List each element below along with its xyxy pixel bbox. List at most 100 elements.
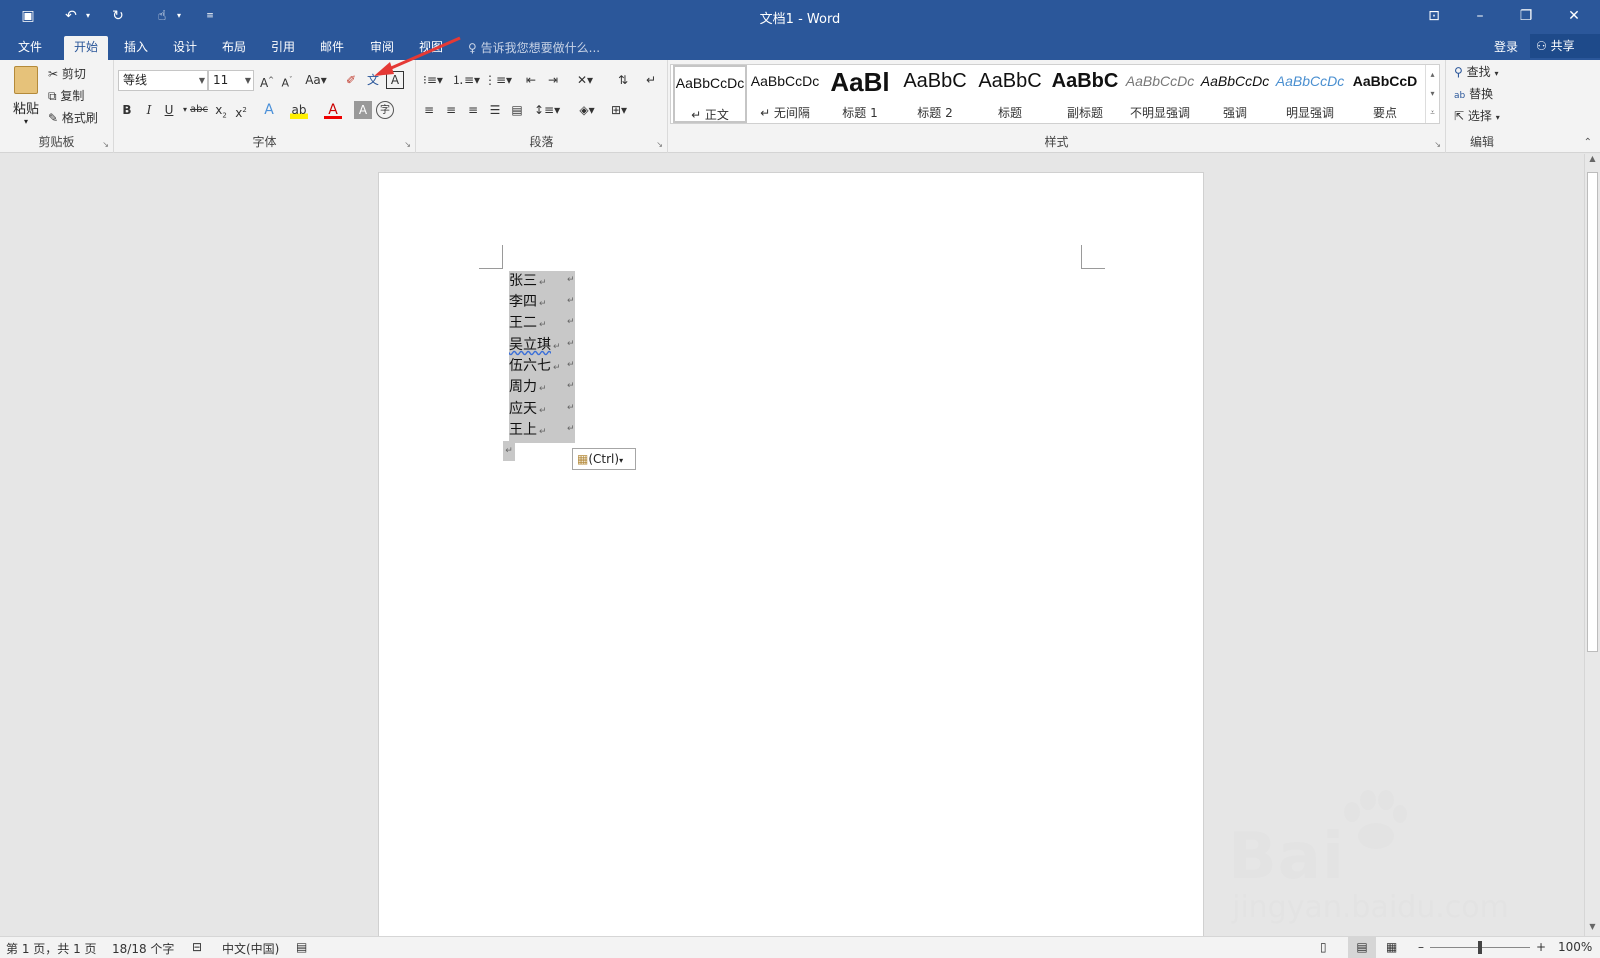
restore-icon[interactable]: ❐ [1516, 6, 1536, 26]
subscript-icon[interactable]: x2 [212, 101, 230, 119]
document-page[interactable]: 张三 ↵ 李四 ↵ 王二 ↵ 吴立琪 ↵ 伍六七 ↵ 周力 ↵ 应天 ↵ 王上 ↵ ↵ ↵ ↵ … [378, 172, 1204, 936]
highlight-icon[interactable]: ab [290, 101, 308, 119]
style-emphasis[interactable]: AaBbCcDc 强调 [1198, 65, 1272, 123]
text-line[interactable]: 张三 ↵ [509, 271, 547, 292]
tab-file[interactable]: 文件 [8, 36, 52, 60]
text-line[interactable]: 周力 ↵ [509, 377, 547, 398]
dialog-launcher-icon[interactable]: ↘ [404, 140, 411, 149]
align-right-icon[interactable]: ≡ [464, 101, 482, 119]
text-line[interactable]: 吴立琪 ↵ [509, 335, 561, 356]
strikethrough-icon[interactable]: abc [190, 101, 208, 119]
font-color-icon[interactable]: A [324, 101, 342, 119]
replace-button[interactable]: ab 替换 [1454, 84, 1493, 104]
tab-references[interactable]: 引用 [261, 36, 305, 60]
find-button[interactable]: ⚲ 查找 ▾ [1454, 62, 1498, 82]
dialog-launcher-icon[interactable]: ↘ [1434, 140, 1441, 149]
gallery-scroll[interactable]: ▴ ▾ ⩡ [1425, 65, 1439, 123]
decrease-indent-icon[interactable]: ⇤ [522, 71, 540, 89]
change-case-icon[interactable]: Aa▾ [302, 71, 330, 89]
copy-button[interactable]: ⧉ 复制 [48, 86, 84, 106]
align-center-icon[interactable]: ≡ [442, 101, 460, 119]
line-spacing-icon[interactable]: ↕≡▾ [534, 101, 560, 119]
shading-icon[interactable]: ◈▾ [574, 101, 600, 119]
minimize-icon[interactable]: – [1470, 6, 1490, 26]
proofing-icon[interactable]: ⊟ [192, 940, 202, 954]
shrink-font-icon[interactable]: Aˇ [278, 71, 296, 90]
bold-icon[interactable]: B [118, 101, 136, 119]
text-line[interactable]: 王二 ↵ [509, 313, 547, 334]
tab-layout[interactable]: 布局 [212, 36, 256, 60]
page-count[interactable]: 第 1 页，共 1 页 [6, 940, 97, 957]
zoom-slider-thumb[interactable] [1478, 941, 1482, 954]
style-subtitle[interactable]: AaBbC 副标题 [1048, 65, 1122, 123]
style-no-spacing[interactable]: AaBbCcDc ↵ 无间隔 [748, 65, 822, 123]
paste-button[interactable]: 粘贴 ▾ [8, 64, 44, 126]
collapse-ribbon-icon[interactable]: ⌃ [1584, 137, 1592, 148]
style-title[interactable]: AaBbC 标题 [973, 65, 1047, 123]
tab-home[interactable]: 开始 [64, 36, 109, 60]
format-painter-button[interactable]: ✎ 格式刷 [48, 108, 98, 128]
print-layout-icon[interactable]: ▤ [1348, 937, 1376, 958]
increase-indent-icon[interactable]: ⇥ [544, 71, 562, 89]
close-icon[interactable]: ✕ [1564, 6, 1584, 26]
superscript-icon[interactable]: x2 [232, 101, 250, 120]
font-name-combo[interactable]: 等线 ▼ [118, 70, 208, 91]
sort-icon[interactable]: ⇅ [614, 71, 632, 89]
dialog-launcher-icon[interactable]: ↘ [656, 140, 663, 149]
vertical-scrollbar[interactable]: ▲ ▼ [1584, 154, 1600, 936]
paste-options-button[interactable]: ▦(Ctrl)▾ [572, 448, 636, 470]
scroll-thumb[interactable] [1587, 172, 1598, 652]
gallery-up-icon[interactable]: ▴ [1426, 65, 1439, 84]
style-normal[interactable]: AaBbCcDc ↵ 正文 [673, 65, 747, 123]
enclose-characters-icon[interactable]: 字 [376, 101, 394, 119]
multilevel-list-icon[interactable]: ⋮≡▾ [484, 71, 512, 89]
distributed-icon[interactable]: ▤ [508, 101, 526, 119]
style-intense-emphasis[interactable]: AaBbCcDc 明显强调 [1273, 65, 1347, 123]
justify-icon[interactable]: ☰ [486, 101, 504, 119]
tab-mailings[interactable]: 邮件 [310, 36, 354, 60]
scroll-down-icon[interactable]: ▼ [1585, 922, 1600, 936]
tell-me-box[interactable]: ♀ 告诉我您想要做什么... [468, 39, 600, 56]
ribbon-display-icon[interactable]: ⊡ [1424, 6, 1444, 26]
chinese-layout-icon[interactable]: ✕▾ [572, 71, 598, 89]
select-button[interactable]: ⇱ 选择 ▾ [1454, 106, 1500, 126]
borders-icon[interactable]: ⊞▾ [606, 101, 632, 119]
dialog-launcher-icon[interactable]: ↘ [102, 140, 109, 149]
cut-button[interactable]: ✂ 剪切 [48, 64, 86, 84]
read-mode-icon[interactable]: ▯ [1320, 940, 1327, 954]
text-effects-icon[interactable]: A [260, 101, 278, 119]
font-size-combo[interactable]: 11 ▼ [208, 70, 254, 91]
zoom-in-icon[interactable]: + [1536, 940, 1546, 954]
word-count[interactable]: 18/18 个字 [112, 940, 174, 957]
paragraph-mark-icon: ↵ [539, 320, 547, 330]
clear-format-icon[interactable]: ✐ [342, 71, 360, 89]
character-shading-icon[interactable]: A [354, 101, 372, 119]
macro-icon[interactable]: ▤ [296, 940, 307, 954]
style-heading-1[interactable]: AaBl 标题 1 [823, 65, 897, 123]
style-heading-2[interactable]: AaBbC 标题 2 [898, 65, 972, 123]
language-indicator[interactable]: 中文(中国) [222, 940, 279, 957]
gallery-down-icon[interactable]: ▾ [1426, 84, 1439, 103]
zoom-slider[interactable] [1430, 941, 1530, 954]
align-left-icon[interactable]: ≡ [420, 101, 438, 119]
grow-font-icon[interactable]: A^ [258, 71, 276, 90]
line-text: 伍六七 [509, 358, 551, 374]
scroll-up-icon[interactable]: ▲ [1585, 154, 1600, 168]
sign-in-link[interactable]: 登录 [1484, 36, 1528, 60]
web-layout-icon[interactable]: ▦ [1386, 940, 1397, 954]
chevron-down-icon: ▾ [1494, 69, 1499, 78]
show-marks-icon[interactable]: ↵ [642, 71, 660, 89]
zoom-level[interactable]: 100% [1558, 940, 1592, 954]
text-line[interactable]: 王上 ↵ [509, 420, 547, 441]
tab-insert[interactable]: 插入 [114, 36, 158, 60]
text-line[interactable]: 李四 ↵ [509, 292, 547, 313]
gallery-more-icon[interactable]: ⩡ [1426, 103, 1439, 122]
style-subtle-emphasis[interactable]: AaBbCcDc 不明显强调 [1123, 65, 1197, 123]
share-button[interactable]: ⚇ 共享 [1530, 34, 1600, 58]
zoom-out-icon[interactable]: – [1418, 940, 1424, 954]
italic-icon[interactable]: I [140, 101, 158, 119]
style-strong[interactable]: AaBbCcD 要点 [1348, 65, 1422, 123]
text-line[interactable]: 伍六七 ↵ [509, 356, 561, 377]
text-line[interactable]: 应天 ↵ [509, 399, 547, 420]
tab-design[interactable]: 设计 [163, 36, 207, 60]
